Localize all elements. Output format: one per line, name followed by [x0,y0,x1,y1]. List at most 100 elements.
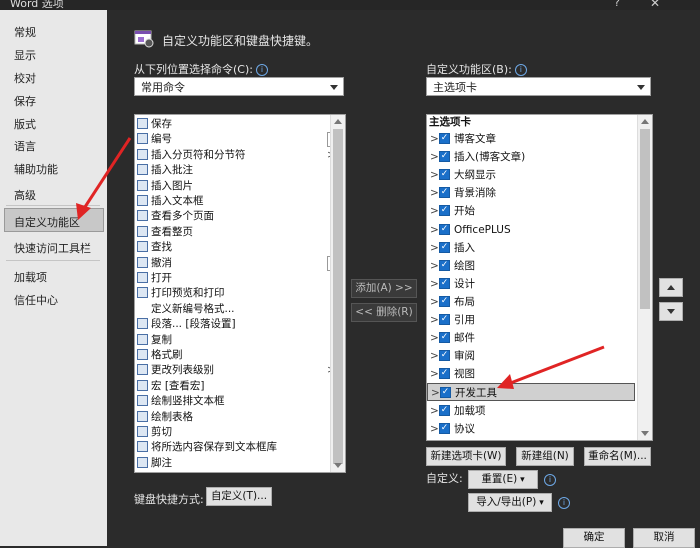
expand-chevron-icon[interactable]: > [430,311,439,329]
reset-button[interactable]: 重置(E) [468,470,538,489]
expand-chevron-icon[interactable]: > [430,275,439,293]
tab-checkbox[interactable]: ✓ [439,205,450,217]
import-export-button[interactable]: 导入/导出(P) [468,493,552,512]
expand-chevron-icon[interactable]: > [431,384,440,402]
help-button[interactable]: ? [614,0,620,9]
tab-checkbox[interactable]: ✓ [439,187,450,199]
tabs-scrollbar[interactable] [637,115,652,440]
command-item[interactable]: 接受修订 [137,471,193,472]
sidebar-item-quick-access[interactable]: 快速访问工具栏 [14,240,91,256]
command-item[interactable]: 插入批注 [137,163,193,178]
command-item[interactable]: 查找 [137,240,172,255]
command-item[interactable]: 复制 [137,333,172,348]
tab-checkbox[interactable]: ✓ [439,295,450,307]
command-item[interactable]: 插入文本框 [137,194,204,209]
new-tab-button[interactable]: 新建选项卡(W) [426,447,506,466]
command-item[interactable]: 编号|> [137,132,345,148]
tab-checkbox[interactable]: ✓ [439,404,450,416]
command-item[interactable]: 查看多个页面 [137,209,214,224]
sidebar-item-proofing[interactable]: 校对 [14,70,36,86]
customize-ribbon-label-text: 自定义功能区(B): [426,63,512,76]
command-item[interactable]: 插入图片 [137,179,193,194]
command-item[interactable]: 打印预览和打印 [137,286,225,301]
close-icon[interactable]: ✕ [650,0,660,10]
new-group-button[interactable]: 新建组(N) [516,447,574,466]
customize-ribbon-select[interactable]: 主选项卡 [426,77,651,96]
tab-checkbox[interactable]: ✓ [439,350,450,362]
ribbon-tab-item[interactable]: > ✓ 开发工具 [427,383,635,402]
command-item[interactable]: 撤消|> [137,255,345,271]
command-item[interactable]: 更改列表级别> [137,363,336,378]
scroll-down-icon[interactable] [641,431,649,436]
command-item[interactable]: 格式刷 [137,348,183,363]
command-item[interactable]: 绘制表格 [137,410,193,425]
tab-checkbox[interactable]: ✓ [439,241,450,253]
sidebar-item-layout[interactable]: 版式 [14,116,36,132]
ribbon-tabs-tree[interactable]: 主选项卡 > ✓ 博客文章 > ✓ 插入(博客文章) > ✓ 大纲显示 > ✓ 背景消除 > ✓ 开始 > ✓ O… [426,114,653,441]
command-item[interactable]: 打开 [137,271,172,286]
expand-chevron-icon[interactable]: > [430,347,439,365]
expand-chevron-icon[interactable]: > [430,329,439,347]
scroll-down-icon[interactable] [334,463,342,468]
tab-checkbox[interactable]: ✓ [440,387,451,399]
expand-chevron-icon[interactable]: > [430,257,439,275]
tab-checkbox[interactable]: ✓ [439,223,450,235]
expand-chevron-icon[interactable]: > [430,365,439,383]
customize-keyboard-button[interactable]: 自定义(T)... [206,487,272,506]
sidebar-item-display[interactable]: 显示 [14,47,36,63]
tab-checkbox[interactable]: ✓ [439,332,450,344]
command-item[interactable]: 将所选内容保存到文本框库 [137,440,277,455]
tab-checkbox[interactable]: ✓ [439,169,450,181]
expand-chevron-icon[interactable]: > [430,402,439,420]
choose-commands-select[interactable]: 常用命令 [134,77,344,96]
expand-chevron-icon[interactable]: > [430,166,439,184]
sidebar-item-customize-ribbon[interactable]: 自定义功能区 [14,214,80,230]
rename-button[interactable]: 重命名(M)... [584,447,651,466]
command-item[interactable]: 保存 [137,117,172,132]
add-button[interactable]: 添加(A) >> [351,279,417,298]
sidebar-item-save[interactable]: 保存 [14,93,36,109]
scroll-thumb[interactable] [333,129,343,464]
command-item[interactable]: 绘制竖排文本框 [137,394,225,409]
tab-checkbox[interactable]: ✓ [439,259,450,271]
move-up-button[interactable] [659,278,683,297]
sidebar-item-advanced[interactable]: 高级 [14,187,36,203]
sidebar-item-addins[interactable]: 加载项 [14,269,47,285]
ok-button[interactable]: 确定 [563,528,625,548]
expand-chevron-icon[interactable]: > [430,184,439,202]
remove-button[interactable]: << 删除(R) [351,303,417,322]
command-item[interactable]: 插入分页符和分节符> [137,148,336,163]
scroll-up-icon[interactable] [334,119,342,124]
command-item[interactable]: 脚注 [137,456,172,471]
tab-checkbox[interactable]: ✓ [439,314,450,325]
expand-chevron-icon[interactable]: > [430,239,439,257]
sidebar-item-general[interactable]: 常规 [14,24,36,40]
commands-list[interactable]: 保存编号|>插入分页符和分节符>插入批注插入图片插入文本框查看多个页面查看整页查… [134,114,346,473]
command-label: 编号 [151,133,172,146]
tab-checkbox[interactable]: ✓ [439,422,450,434]
sidebar-item-language[interactable]: 语言 [14,138,36,154]
scroll-thumb[interactable] [640,129,650,309]
command-item[interactable]: 段落... [段落设置] [137,317,236,332]
expand-chevron-icon[interactable]: > [430,293,439,311]
commands-scrollbar[interactable] [330,115,345,472]
command-item[interactable]: 查看整页 [137,225,193,240]
scroll-up-icon[interactable] [641,119,649,124]
tab-checkbox[interactable]: ✓ [439,368,450,380]
expand-chevron-icon[interactable]: > [430,221,439,239]
expand-chevron-icon[interactable]: > [430,420,439,438]
command-label: 查看多个页面 [151,210,214,223]
tab-checkbox[interactable]: ✓ [439,277,450,289]
tab-checkbox[interactable]: ✓ [439,151,450,163]
sidebar-item-trust-center[interactable]: 信任中心 [14,292,58,308]
command-item[interactable]: 定义新编号格式... [137,302,235,317]
tab-checkbox[interactable]: ✓ [439,133,450,144]
cancel-button[interactable]: 取消 [633,528,695,548]
move-down-button[interactable] [659,302,683,321]
expand-chevron-icon[interactable]: > [430,202,439,220]
expand-chevron-icon[interactable]: > [430,130,439,148]
expand-chevron-icon[interactable]: > [430,148,439,166]
command-item[interactable]: 宏 [查看宏] [137,379,205,394]
command-item[interactable]: 剪切 [137,425,172,440]
sidebar-item-accessibility[interactable]: 辅助功能 [14,161,58,177]
